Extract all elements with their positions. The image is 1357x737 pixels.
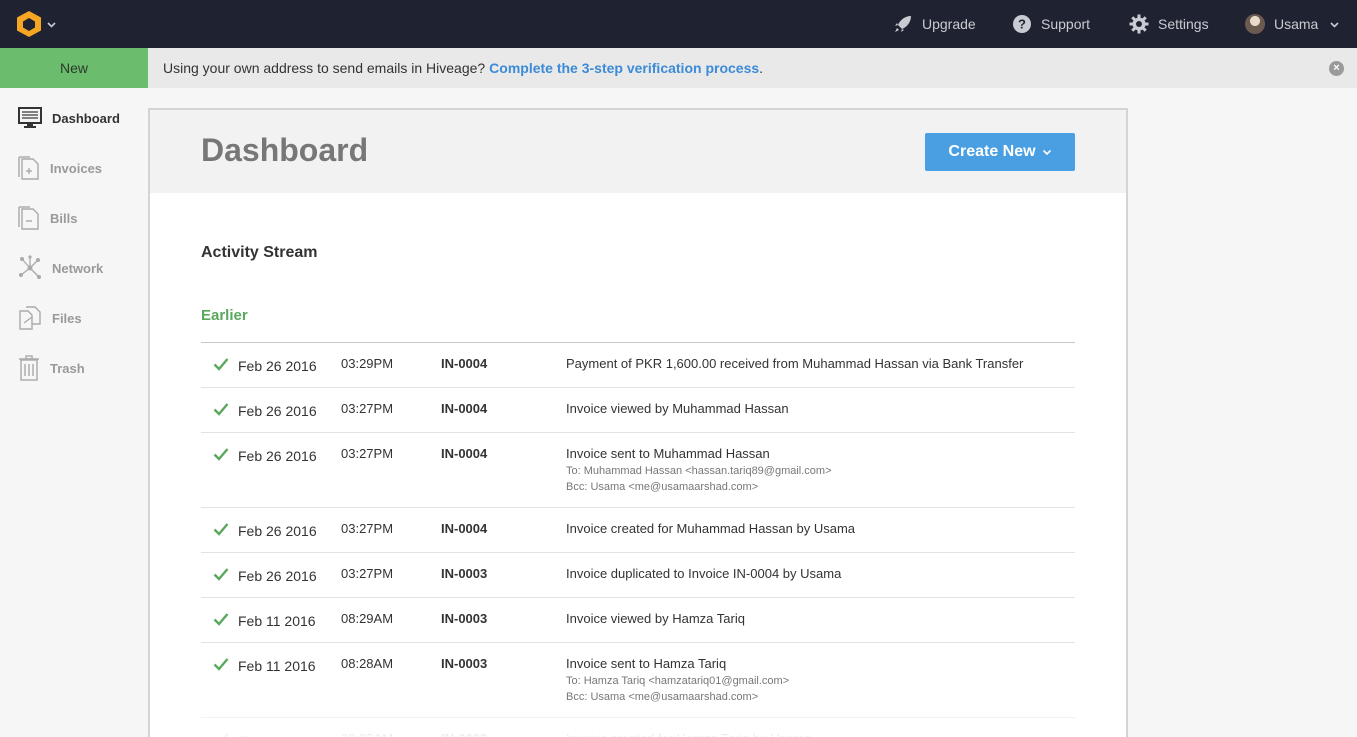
sidebar-item-label: Trash <box>50 360 85 376</box>
activity-row: Feb 26 2016 03:29PM IN-0004 Payment of PKR … <box>201 343 1075 388</box>
avatar <box>1245 14 1265 34</box>
settings-link[interactable]: Settings <box>1129 0 1209 48</box>
activity-message: Invoice viewed by Hamza Tariq <box>566 611 745 626</box>
support-label: Support <box>1041 16 1091 32</box>
sidebar: Dashboard Invoices Bills Network Files T… <box>0 88 148 737</box>
activity-row: Feb 26 2016 03:27PM IN-0004 Invoice created… <box>201 508 1075 553</box>
activity-time: 08:29AM <box>341 611 394 626</box>
hiveage-logo-icon[interactable] <box>17 11 41 37</box>
activity-message: Invoice sent to Hamza Tariq <box>566 656 727 671</box>
chevron-down-icon[interactable] <box>46 19 57 30</box>
activity-date: Feb 26 2016 <box>238 523 317 539</box>
activity-row: Feb 26 2016 03:27PM IN-0004 Invoice viewed … <box>201 388 1075 433</box>
activity-bcc: Bcc: Usama <me@usamaarshad.com> <box>566 481 759 493</box>
activity-date: Feb 26 2016 <box>238 403 317 419</box>
activity-message: Payment of PKR 1,600.00 received from Mu… <box>566 356 1024 371</box>
check-icon <box>213 523 229 536</box>
page-title: Dashboard <box>201 132 369 168</box>
notice-suffix: . <box>759 60 764 76</box>
check-icon <box>213 403 229 416</box>
sidebar-item-label: Bills <box>50 210 78 226</box>
activity-row: Feb 26 2016 03:27PM IN-0003 Invoice duplica… <box>201 553 1075 598</box>
invoice-number-link[interactable]: IN-0004 <box>441 446 487 461</box>
notice-text: Using your own address to send emails in… <box>163 60 486 76</box>
check-icon <box>213 358 229 371</box>
invoice-number-link[interactable]: IN-0004 <box>441 356 487 371</box>
notice-bar: Using your own address to send emails in… <box>148 48 1357 88</box>
activity-time: 03:27PM <box>341 521 394 536</box>
activity-date: Feb 26 2016 <box>238 448 317 464</box>
check-icon <box>213 448 229 461</box>
invoice-number-link[interactable]: IN-0003 <box>441 566 487 581</box>
activity-date: Feb 26 2016 <box>238 358 317 374</box>
verification-link[interactable]: Complete the 3-step verification process <box>489 60 759 76</box>
invoice-number-link[interactable]: IN-0003 <box>441 656 487 671</box>
activity-time: 03:27PM <box>341 401 394 416</box>
sidebar-item-dashboard[interactable]: Dashboard <box>0 93 148 143</box>
create-new-label: Create New <box>948 143 1036 160</box>
sidebar-item-invoices[interactable]: Invoices <box>0 143 148 193</box>
main-panel: Dashboard Create New Activity Stream Ear… <box>148 108 1128 737</box>
new-badge: New <box>0 48 148 88</box>
sidebar-item-network[interactable]: Network <box>0 243 148 293</box>
activity-date: Feb 11 2016 <box>238 613 316 629</box>
invoice-number-link[interactable]: IN-0003 <box>441 611 487 626</box>
activity-message: Invoice duplicated to Invoice IN-0004 by… <box>566 566 842 581</box>
svg-text:?: ? <box>1018 17 1026 32</box>
activity-date: Feb 11 2016 <box>238 658 316 674</box>
trash-icon <box>19 355 39 381</box>
activity-to: To: Hamza Tariq <hamzatariq01@gmail.com> <box>566 675 790 687</box>
sidebar-item-bills[interactable]: Bills <box>0 193 148 243</box>
invoice-number-link[interactable]: IN-0004 <box>441 401 487 416</box>
sidebar-item-trash[interactable]: Trash <box>0 343 148 393</box>
bill-icon <box>18 206 39 230</box>
bottom-fade <box>150 700 1126 737</box>
activity-time: 03:29PM <box>341 356 394 371</box>
activity-message: Invoice viewed by Muhammad Hassan <box>566 401 789 416</box>
help-icon: ? <box>1013 15 1031 33</box>
check-icon <box>213 658 229 671</box>
top-bar: Upgrade ? Support Settings Usama <box>0 0 1357 48</box>
activity-stream-title: Activity Stream <box>201 244 318 261</box>
invoice-icon <box>18 156 39 180</box>
rocket-icon <box>895 16 911 32</box>
invoice-number-link[interactable]: IN-0004 <box>441 521 487 536</box>
upgrade-label: Upgrade <box>922 16 976 32</box>
panel-header: Dashboard Create New <box>150 110 1126 193</box>
check-icon <box>213 613 229 626</box>
group-title: Earlier <box>201 307 248 324</box>
chevron-down-icon <box>1330 21 1339 28</box>
gear-icon <box>1129 14 1149 34</box>
activity-row: Feb 11 2016 08:29AM IN-0003 Invoice viewed … <box>201 598 1075 643</box>
activity-time: 08:28AM <box>341 656 394 671</box>
activity-message: Invoice created for Muhammad Hassan by U… <box>566 521 856 536</box>
user-menu[interactable]: Usama <box>1245 0 1340 48</box>
activity-list: Feb 26 2016 03:29PM IN-0004 Payment of PKR … <box>201 342 1075 737</box>
sidebar-item-label: Network <box>52 260 104 276</box>
activity-row: Feb 26 2016 03:27PM IN-0004 Invoice sent to… <box>201 433 1075 508</box>
user-name: Usama <box>1274 16 1319 32</box>
chevron-down-icon <box>1042 149 1051 156</box>
sidebar-item-label: Files <box>52 310 82 326</box>
activity-time: 03:27PM <box>341 566 394 581</box>
activity-message: Invoice sent to Muhammad Hassan <box>566 446 770 461</box>
support-link[interactable]: ? Support <box>1012 0 1090 48</box>
upgrade-link[interactable]: Upgrade <box>893 0 976 48</box>
check-icon <box>213 568 229 581</box>
activity-date: Feb 26 2016 <box>238 568 317 584</box>
activity-time: 03:27PM <box>341 446 394 461</box>
activity-to: To: Muhammad Hassan <hassan.tariq89@gmai… <box>566 465 832 477</box>
settings-label: Settings <box>1158 16 1209 32</box>
sidebar-item-label: Invoices <box>50 160 103 176</box>
monitor-icon <box>18 107 42 128</box>
close-icon[interactable]: × <box>1329 61 1344 76</box>
create-new-button[interactable]: Create New <box>925 133 1075 171</box>
network-icon <box>19 255 41 279</box>
sidebar-item-label: Dashboard <box>52 110 120 126</box>
sidebar-item-files[interactable]: Files <box>0 293 148 343</box>
files-icon <box>19 306 41 330</box>
